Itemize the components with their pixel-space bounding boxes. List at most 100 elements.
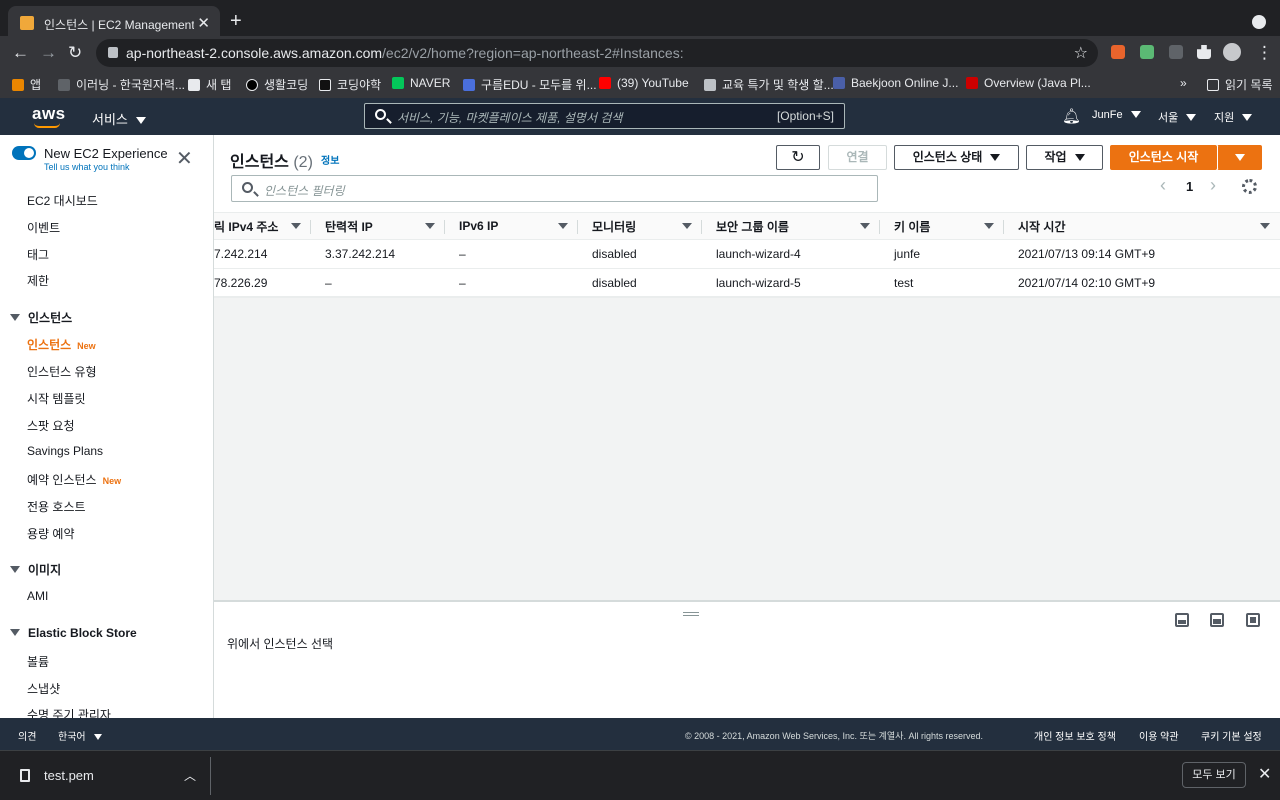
next-page-icon[interactable]: › xyxy=(1210,175,1216,196)
more-bookmarks[interactable]: » xyxy=(1180,76,1187,90)
column-header[interactable]: 모니터링 xyxy=(578,212,702,240)
launch-instance-button[interactable]: 인스턴스 시작 xyxy=(1110,145,1217,170)
column-header[interactable]: 시작 시간 xyxy=(1004,212,1280,240)
reload-icon[interactable]: ↻ xyxy=(68,43,82,63)
page-number[interactable]: 1 xyxy=(1186,179,1193,194)
privacy-link[interactable]: 개인 정보 보호 정책 xyxy=(1034,728,1116,743)
services-menu[interactable]: 서비스 xyxy=(92,109,146,128)
sidebar-item-lifecycle-manager[interactable]: 수명 주기 관리자 xyxy=(27,706,111,718)
resize-handle[interactable] xyxy=(683,612,699,616)
download-item[interactable]: test.pem xyxy=(44,768,94,783)
support-menu[interactable]: 지원 xyxy=(1214,109,1253,125)
tab-search-icon[interactable] xyxy=(1252,15,1266,29)
reading-list[interactable]: 읽기 목록 xyxy=(1207,76,1273,93)
sidebar-section-images[interactable]: 이미지 xyxy=(10,561,61,578)
sidebar-item-instance-types[interactable]: 인스턴스 유형 xyxy=(27,363,97,380)
bookmark-item[interactable]: 이러닝 - 한국원자력... xyxy=(58,76,185,93)
launch-dropdown-button[interactable] xyxy=(1217,145,1262,170)
refresh-button[interactable]: ↻ xyxy=(776,145,820,170)
sidebar-item-reserved-instances[interactable]: 예약 인스턴스 New xyxy=(27,471,121,488)
sidebar-item-limits[interactable]: 제한 xyxy=(27,272,49,289)
chevron-up-icon[interactable]: ︿ xyxy=(184,767,196,784)
extensions-icon[interactable] xyxy=(1197,45,1211,59)
new-badge: New xyxy=(77,341,96,351)
user-menu[interactable]: JunFe xyxy=(1092,109,1141,121)
table-row[interactable]: 78.226.29 – – disabled launch-wizard-5 t… xyxy=(214,268,1280,298)
sidebar-item-ami[interactable]: AMI xyxy=(27,589,48,603)
back-icon[interactable]: ← xyxy=(12,43,29,63)
forward-icon[interactable]: → xyxy=(40,43,57,63)
sidebar-item-capacity-reservations[interactable]: 용량 예약 xyxy=(27,525,75,542)
bookmark-item[interactable]: Baekjoon Online J... xyxy=(833,76,958,90)
sidebar-item-launch-templates[interactable]: 시작 템플릿 xyxy=(27,390,86,407)
bookmark-item[interactable]: 구름EDU - 모두를 위... xyxy=(463,76,597,93)
language-selector[interactable]: 한국어 xyxy=(58,728,102,743)
sidebar-item-spot-requests[interactable]: 스팟 요청 xyxy=(27,417,75,434)
sidebar-section-instances[interactable]: 인스턴스 xyxy=(10,309,72,326)
aws-logo[interactable]: aws xyxy=(32,104,66,128)
bookmark-item[interactable]: 코딩야학 xyxy=(319,76,381,93)
cookie-preferences-link[interactable]: 쿠키 기본 설정 xyxy=(1201,728,1262,743)
column-header[interactable]: 탄력적 IP xyxy=(311,212,445,240)
connect-button[interactable]: 연결 xyxy=(828,145,887,170)
launch-time-cell: 2021/07/13 09:14 GMT+9 xyxy=(1004,239,1280,269)
extension-icon[interactable] xyxy=(1140,45,1154,59)
select-instance-message: 위에서 인스턴스 선택 xyxy=(227,637,334,651)
terms-link[interactable]: 이용 약관 xyxy=(1139,728,1179,743)
panel-side-icon[interactable] xyxy=(1210,613,1224,627)
aws-top-nav: aws 서비스 서비스, 기능, 마켓플레이스 제품, 설명서 검색 [Opti… xyxy=(0,98,1280,135)
feedback-link[interactable]: Tell us what you think xyxy=(44,162,130,172)
sidebar-item-events[interactable]: 이벤트 xyxy=(27,219,60,236)
bookmark-item[interactable]: (39) YouTube xyxy=(599,76,689,90)
gear-icon[interactable] xyxy=(1242,179,1257,194)
bookmark-item[interactable]: NAVER xyxy=(392,76,450,90)
sidebar-item-tags[interactable]: 태그 xyxy=(27,246,49,263)
close-icon[interactable]: ✕ xyxy=(176,149,193,169)
actions-button[interactable]: 작업 xyxy=(1026,145,1103,170)
info-link[interactable]: 정보 xyxy=(321,152,339,167)
close-tab-icon[interactable]: ✕ xyxy=(197,14,210,32)
security-group-cell[interactable]: launch-wizard-4 xyxy=(702,239,880,269)
feedback-link[interactable]: 의견 xyxy=(18,728,36,743)
bookmark-item[interactable]: 교육 특가 및 학생 할... xyxy=(704,76,834,93)
panel-full-icon[interactable] xyxy=(1246,613,1260,627)
sidebar-item-snapshots[interactable]: 스냅샷 xyxy=(27,680,60,697)
sidebar-item-dedicated-hosts[interactable]: 전용 호스트 xyxy=(27,498,86,515)
sidebar-item-dashboard[interactable]: EC2 대시보드 xyxy=(27,192,98,209)
extension-icon[interactable] xyxy=(1169,45,1183,59)
profile-avatar[interactable] xyxy=(1223,43,1241,61)
region-menu[interactable]: 서울 xyxy=(1158,109,1197,125)
close-icon[interactable]: ✕ xyxy=(1258,764,1271,784)
table-row[interactable]: 7.242.214 3.37.242.214 – disabled launch… xyxy=(214,239,1280,269)
bell-icon[interactable]: 🔔︎ xyxy=(1062,107,1081,125)
elastic-ip-cell: 3.37.242.214 xyxy=(311,239,445,269)
show-all-button[interactable]: 모두 보기 xyxy=(1182,762,1246,788)
column-header[interactable]: 키 이름 xyxy=(880,212,1004,240)
panel-bottom-icon[interactable] xyxy=(1175,613,1189,627)
sidebar-item-savings-plans[interactable]: Savings Plans xyxy=(27,444,103,458)
prev-page-icon[interactable]: ‹ xyxy=(1160,175,1166,196)
address-bar[interactable]: ap-northeast-2.console.aws.amazon.com/ec… xyxy=(96,39,1098,67)
column-header[interactable]: IPv6 IP xyxy=(445,212,578,240)
security-group-cell[interactable]: launch-wizard-5 xyxy=(702,268,880,298)
bookmark-item[interactable]: 생활코딩 xyxy=(246,76,308,93)
download-shelf: test.pem ︿ 모두 보기 ✕ xyxy=(0,750,1280,800)
sort-icon xyxy=(860,223,870,229)
new-tab-icon[interactable]: + xyxy=(230,10,242,33)
new-experience-toggle[interactable] xyxy=(12,146,36,160)
bookmark-item[interactable]: Overview (Java Pl... xyxy=(966,76,1091,90)
column-header[interactable]: 보안 그룹 이름 xyxy=(702,212,880,240)
bookmark-item[interactable]: 새 탭 xyxy=(188,76,231,93)
sidebar-section-ebs[interactable]: Elastic Block Store xyxy=(10,626,137,640)
lock-icon xyxy=(108,47,118,58)
bookmark-apps[interactable]: 앱 xyxy=(12,76,41,93)
instance-state-button[interactable]: 인스턴스 상태 xyxy=(894,145,1019,170)
extension-icon[interactable] xyxy=(1111,45,1125,59)
aws-search-input[interactable]: 서비스, 기능, 마켓플레이스 제품, 설명서 검색 [Option+S] xyxy=(364,103,845,129)
sidebar-item-volumes[interactable]: 볼륨 xyxy=(27,653,49,670)
column-header[interactable]: 릭 IPv4 주소 xyxy=(214,212,311,240)
sidebar-item-instances[interactable]: 인스턴스 New xyxy=(27,336,96,353)
menu-icon[interactable]: ⋮ xyxy=(1256,43,1273,63)
star-icon[interactable]: ☆ xyxy=(1074,43,1088,63)
instance-filter-input[interactable]: 인스턴스 필터링 xyxy=(231,175,878,202)
